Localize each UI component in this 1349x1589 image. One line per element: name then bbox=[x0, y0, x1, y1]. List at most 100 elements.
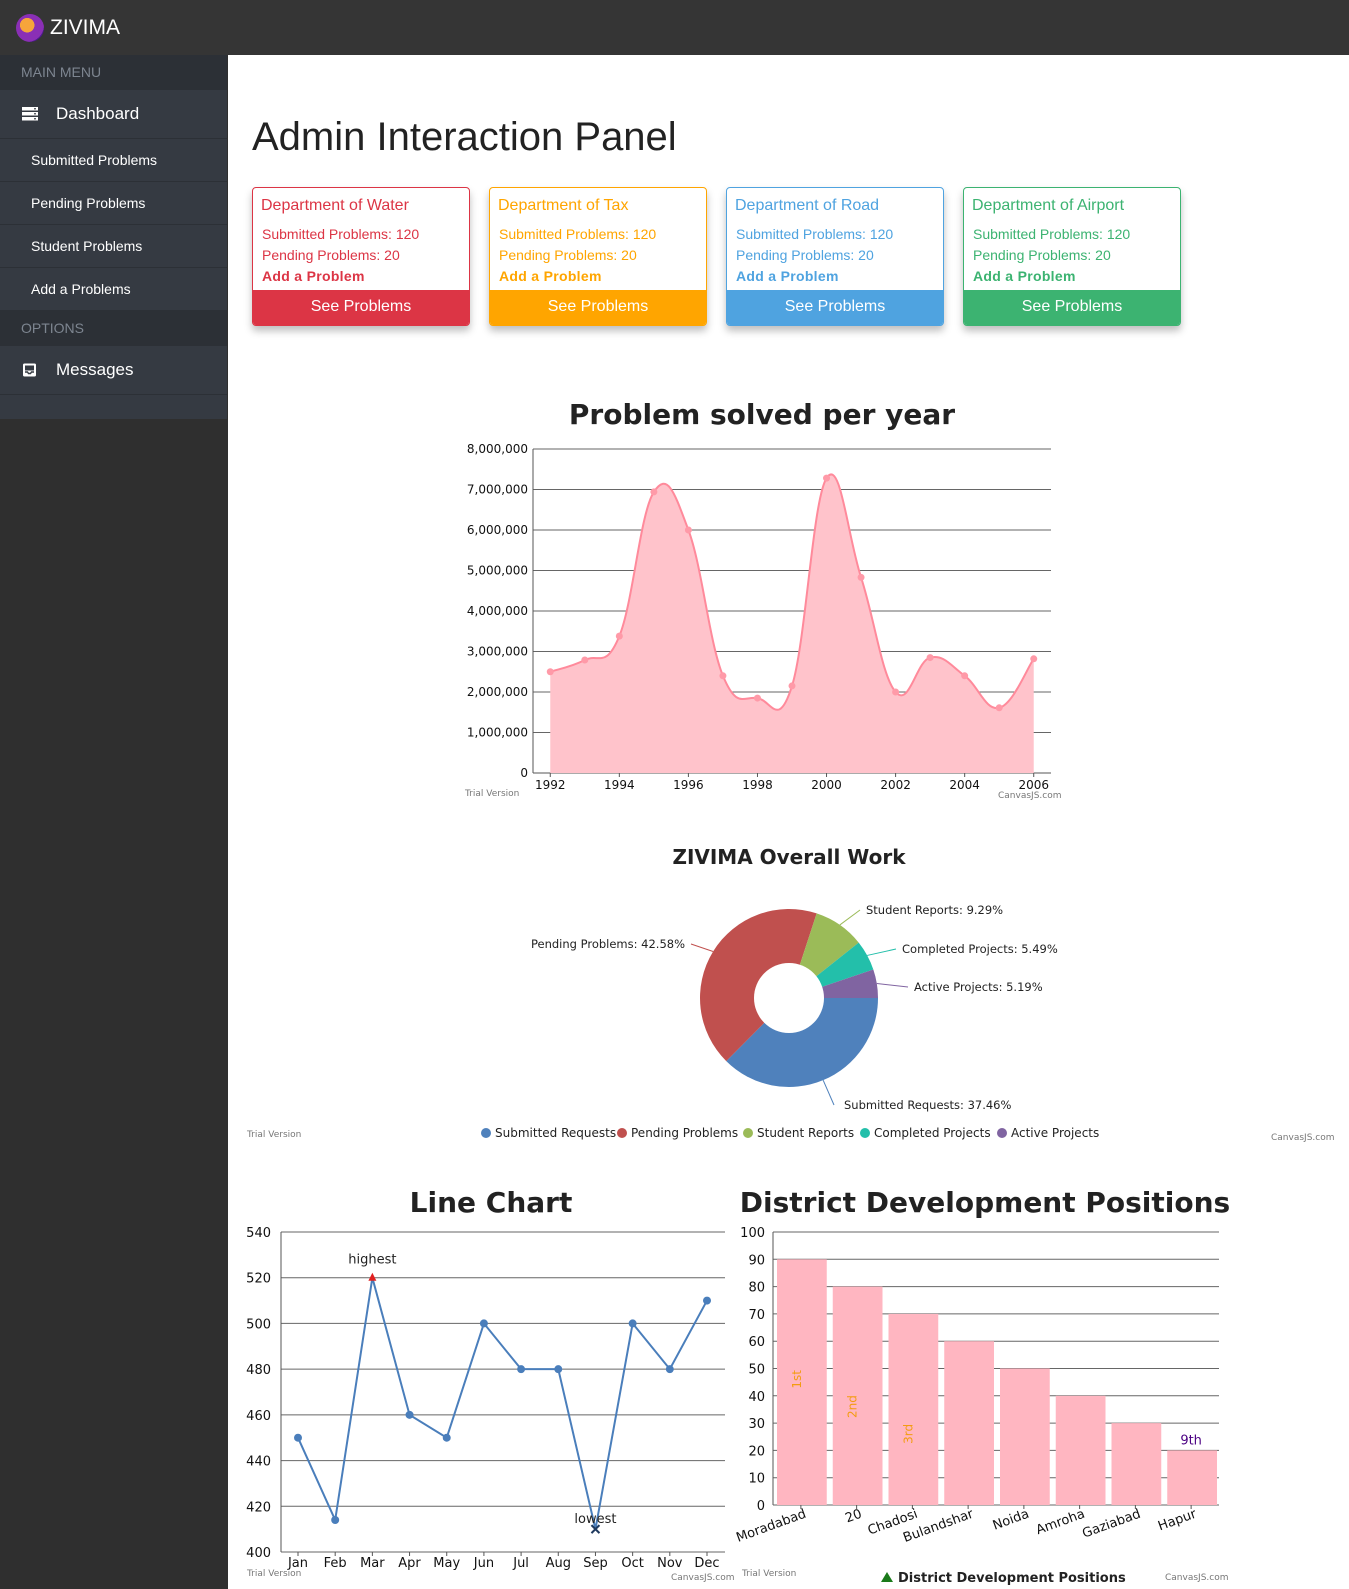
highest-marker bbox=[368, 1272, 377, 1281]
canvasjs-credit[interactable]: CanvasJS.com bbox=[1165, 1573, 1228, 1583]
y-tick-label: 2,000,000 bbox=[467, 685, 528, 699]
y-tick-label: 480 bbox=[246, 1363, 271, 1378]
slice-label: Submitted Requests: 37.46% bbox=[844, 1098, 1011, 1112]
y-tick-label: 60 bbox=[748, 1335, 765, 1350]
legend-marker bbox=[743, 1128, 753, 1138]
point-annotation: lowest bbox=[574, 1512, 616, 1527]
x-tick-label: Aug bbox=[546, 1556, 571, 1571]
y-tick-label: 5,000,000 bbox=[467, 564, 528, 578]
leader-line bbox=[876, 983, 909, 988]
chart-title: District Development Positions bbox=[740, 1186, 1230, 1219]
x-tick-label: 1992 bbox=[535, 778, 566, 792]
slice-label: Completed Projects: 5.49% bbox=[902, 942, 1058, 956]
canvasjs-credit[interactable]: CanvasJS.com bbox=[1271, 1133, 1334, 1143]
legend-marker bbox=[481, 1128, 491, 1138]
legend-label: Student Reports bbox=[757, 1126, 854, 1140]
x-tick-label: Mar bbox=[360, 1556, 385, 1571]
data-point bbox=[857, 573, 865, 581]
x-tick-label: Feb bbox=[324, 1556, 347, 1571]
y-tick-label: 460 bbox=[246, 1409, 271, 1424]
data-point bbox=[926, 654, 934, 662]
slice-label: Active Projects: 5.19% bbox=[914, 980, 1043, 994]
data-point bbox=[405, 1410, 414, 1419]
slice-label: Pending Problems: 42.58% bbox=[531, 937, 685, 951]
data-point bbox=[753, 694, 761, 702]
leader-line bbox=[839, 909, 861, 926]
data-point bbox=[892, 688, 900, 696]
x-tick-label: Noida bbox=[991, 1507, 1031, 1534]
data-point bbox=[628, 1319, 637, 1328]
point-annotation: highest bbox=[348, 1253, 396, 1268]
x-tick-label: Gaziabad bbox=[1080, 1507, 1142, 1542]
x-tick-label: 1996 bbox=[673, 778, 704, 792]
y-tick-label: 50 bbox=[748, 1363, 765, 1378]
data-point bbox=[581, 656, 589, 664]
line-chart: Line Chart 400420440460480500520540Jan Fe… bbox=[246, 1186, 734, 1583]
legend-label: Active Projects bbox=[1011, 1126, 1099, 1140]
x-tick-label: 2000 bbox=[811, 778, 842, 792]
x-tick-label: Amroha bbox=[1034, 1507, 1087, 1538]
data-point bbox=[995, 704, 1003, 712]
data-point bbox=[442, 1433, 451, 1442]
data-point bbox=[546, 668, 554, 676]
bar-label: 1st bbox=[790, 1370, 804, 1389]
x-tick-label: May bbox=[433, 1556, 460, 1571]
x-tick-label: Jun bbox=[473, 1556, 494, 1571]
y-tick-label: 0 bbox=[520, 766, 528, 780]
x-tick-label: 1998 bbox=[742, 778, 773, 792]
trial-version-note: Trial Version bbox=[246, 1569, 301, 1579]
x-tick-label: Nov bbox=[657, 1556, 683, 1571]
leader-line bbox=[822, 1079, 835, 1106]
x-tick-label: 2006 bbox=[1018, 778, 1049, 792]
y-tick-label: 6,000,000 bbox=[467, 523, 528, 537]
legend-marker bbox=[881, 1572, 893, 1582]
series-line bbox=[297, 1277, 708, 1530]
data-point bbox=[961, 672, 969, 680]
data-point bbox=[703, 1296, 711, 1305]
data-point bbox=[719, 672, 727, 680]
data-point bbox=[517, 1365, 526, 1374]
y-tick-label: 70 bbox=[748, 1308, 765, 1323]
x-tick-label: Sep bbox=[583, 1556, 608, 1571]
y-tick-label: 400 bbox=[246, 1546, 271, 1561]
x-tick-label: Dec bbox=[694, 1556, 719, 1571]
y-tick-label: 10 bbox=[748, 1472, 765, 1487]
trial-version-note: Trial Version bbox=[741, 1569, 796, 1579]
canvasjs-credit[interactable]: CanvasJS.com bbox=[671, 1573, 734, 1583]
data-point bbox=[788, 682, 796, 690]
y-tick-label: 20 bbox=[748, 1444, 765, 1459]
doughnut-hole bbox=[754, 963, 824, 1033]
x-tick-label: 20 bbox=[843, 1507, 864, 1527]
y-tick-label: 80 bbox=[748, 1281, 765, 1296]
legend-marker bbox=[860, 1128, 870, 1138]
y-tick-label: 7,000,000 bbox=[467, 483, 528, 497]
y-tick-label: 8,000,000 bbox=[467, 442, 528, 456]
data-point bbox=[684, 526, 692, 534]
area-chart: Problem solved per year 0 1,000,000 2,000,… bbox=[464, 398, 1061, 801]
y-tick-label: 1,000,000 bbox=[467, 726, 528, 740]
bar bbox=[944, 1341, 994, 1505]
x-tick-label: Moradabad bbox=[734, 1507, 808, 1546]
x-tick-label: 2004 bbox=[949, 778, 980, 792]
data-point bbox=[479, 1319, 488, 1328]
x-tick-label: Hapur bbox=[1156, 1506, 1199, 1534]
leader-line bbox=[867, 948, 897, 956]
y-tick-label: 4,000,000 bbox=[467, 604, 528, 618]
bar bbox=[1000, 1368, 1050, 1505]
bar bbox=[888, 1313, 939, 1505]
bar bbox=[1167, 1450, 1217, 1505]
data-point bbox=[294, 1433, 302, 1442]
bar-chart: District Development Positions 0 10 20 30 40… bbox=[734, 1186, 1230, 1586]
legend-marker bbox=[617, 1128, 627, 1138]
bar bbox=[1055, 1395, 1106, 1505]
y-tick-label: 520 bbox=[246, 1272, 271, 1287]
canvasjs-credit[interactable]: CanvasJS.com bbox=[998, 791, 1061, 801]
data-point bbox=[665, 1365, 674, 1374]
chart-title: Line Chart bbox=[410, 1186, 573, 1219]
legend-label: Completed Projects bbox=[874, 1126, 991, 1140]
y-tick-label: 90 bbox=[748, 1253, 765, 1268]
x-tick-label: 2002 bbox=[880, 778, 911, 792]
y-tick-label: 30 bbox=[748, 1417, 765, 1432]
y-tick-label: 100 bbox=[740, 1226, 765, 1241]
data-point bbox=[331, 1516, 340, 1524]
